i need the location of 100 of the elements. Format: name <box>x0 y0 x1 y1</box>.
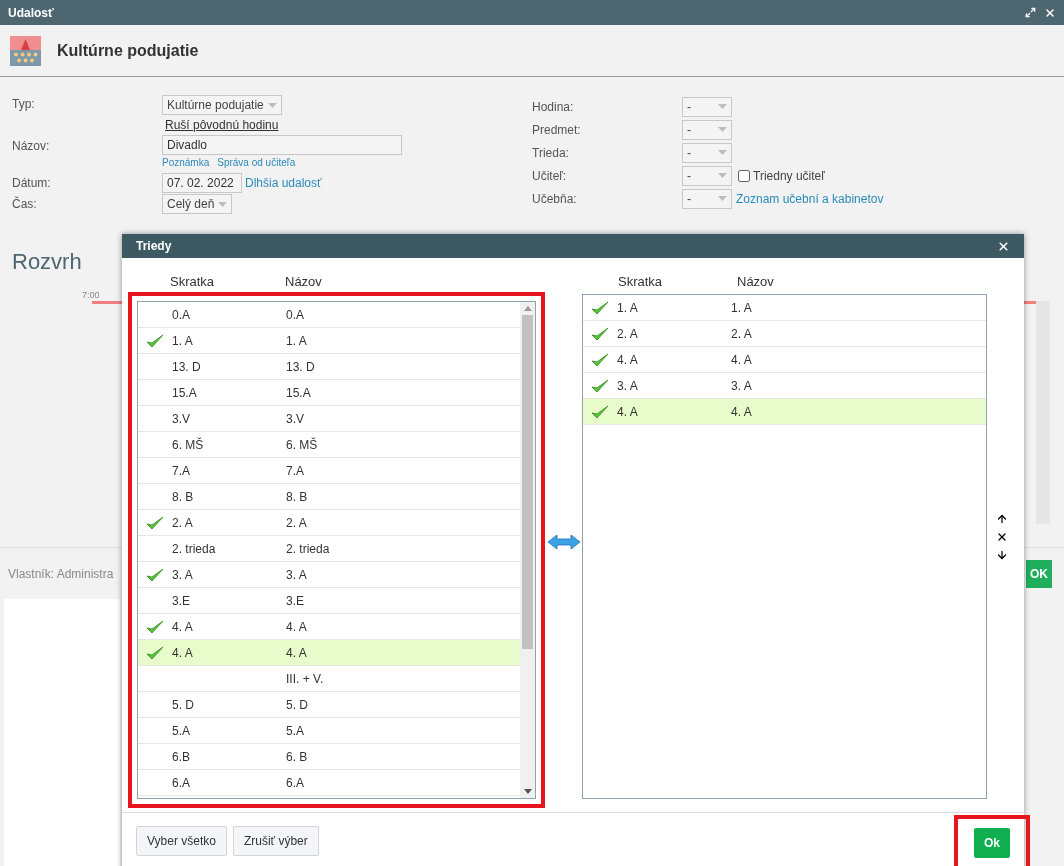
class-code: 8. B <box>172 488 195 506</box>
class-name: 3. A <box>731 377 752 395</box>
list-row[interactable]: 3.V 3.V <box>138 406 520 432</box>
class-code: 2. A <box>617 325 639 343</box>
move-down-icon[interactable] <box>996 549 1008 561</box>
list-row[interactable]: 6. MŠ 6. MŠ <box>138 432 520 458</box>
class-name: 7.A <box>286 462 304 480</box>
list-row[interactable]: 7.A 7.A <box>138 458 520 484</box>
class-name: 5.A <box>286 722 304 740</box>
list-row[interactable]: 15.A 15.A <box>138 380 520 406</box>
longer-event-link[interactable]: Dlhšia udalosť <box>245 174 322 192</box>
list-row[interactable]: 3.E 3.E <box>138 588 520 614</box>
theater-stage-icon <box>10 35 41 66</box>
list-row[interactable]: 6.B 6. B <box>138 744 520 770</box>
class-name: 5. D <box>286 696 308 714</box>
swap-arrows-icon[interactable] <box>547 535 580 549</box>
checkmark-icon <box>146 567 164 582</box>
field-label: Typ: <box>12 96 36 113</box>
list-row[interactable]: 2. A 2. A <box>583 321 986 347</box>
close-icon[interactable] <box>997 239 1010 253</box>
column-header: Skratka <box>618 273 664 290</box>
list-row[interactable]: 4. A 4. A <box>583 399 986 425</box>
list-row[interactable]: 1. A 1. A <box>583 295 986 321</box>
list-row[interactable]: 4. A 4. A <box>138 640 520 666</box>
list-row[interactable]: 8. B 8. B <box>138 484 520 510</box>
class-name: 6. MŠ <box>286 436 318 454</box>
checkmark-icon <box>591 326 609 341</box>
dropdown[interactable]: - <box>682 96 732 117</box>
class-code: 4. A <box>172 618 194 636</box>
dropdown-caret-icon <box>718 104 727 109</box>
field-label: Trieda: <box>532 144 570 162</box>
class-code: 3.V <box>172 410 191 428</box>
dropdown[interactable]: - <box>682 188 732 209</box>
dropdown-caret-icon <box>218 201 228 207</box>
dropdown-caret-icon <box>268 102 277 108</box>
list-row[interactable]: 6.A 6.A <box>138 770 520 796</box>
dialog-button[interactable]: Zrušiť výber <box>232 825 319 856</box>
class-code: 13. D <box>172 358 202 376</box>
column-header: Názov <box>737 273 774 290</box>
class-code: 3. A <box>172 566 194 584</box>
class-name: 4. A <box>731 351 752 369</box>
list-row[interactable]: 4. A 4. A <box>583 347 986 373</box>
owner-text: Vlastník: Administra <box>8 565 114 583</box>
list-row[interactable]: 3. A 3. A <box>138 562 520 588</box>
dialog-title: Triedy <box>136 238 172 255</box>
dropdown[interactable]: - <box>682 142 732 163</box>
class-name: 1. A <box>731 299 752 317</box>
list-row[interactable]: 1. A 1. A <box>138 328 520 354</box>
scroll-down-icon[interactable] <box>523 789 532 794</box>
checkmark-icon <box>591 404 609 419</box>
class-name: 6. B <box>286 748 308 766</box>
class-name: 3.V <box>286 410 304 428</box>
class-code: 1. A <box>172 332 194 350</box>
list-row[interactable]: 5. D 5. D <box>138 692 520 718</box>
checkmark-icon <box>146 333 164 348</box>
class-code: 7.A <box>172 462 191 480</box>
scrollbar[interactable] <box>1036 301 1050 524</box>
class-code: 6.A <box>172 774 191 792</box>
text-link[interactable]: Poznámka <box>162 155 210 170</box>
date-input[interactable]: 07. 02. 2022 <box>162 173 242 193</box>
class-code: 1. A <box>617 299 639 317</box>
list-row[interactable]: 5.A 5.A <box>138 718 520 744</box>
class-name: 0.A <box>286 306 304 324</box>
checkmark-icon <box>591 378 609 393</box>
schedule-heading: Rozvrh <box>12 249 82 274</box>
field-label: Hodina: <box>532 98 575 116</box>
homeroom-teacher-checkbox[interactable]: Triedny učiteľ <box>738 166 825 185</box>
dropdown-caret-icon <box>718 196 727 201</box>
text-link[interactable]: Správa od učiteľa <box>217 155 296 170</box>
field-label: Učebňa: <box>532 190 578 208</box>
field-label: Čas: <box>12 195 38 213</box>
close-icon[interactable] <box>1044 6 1056 19</box>
cancel-lesson-link[interactable]: Ruší pôvodnú hodinu <box>165 116 282 134</box>
dropdown-caret-icon <box>718 127 727 132</box>
name-input[interactable]: Divadlo <box>162 135 402 155</box>
dropdown[interactable]: Celý deň <box>162 194 232 214</box>
dropdown[interactable]: - <box>682 165 732 186</box>
list-row[interactable]: III. + V. <box>138 666 520 692</box>
class-code: 15.A <box>172 384 198 402</box>
list-row[interactable]: 2. trieda 2. trieda <box>138 536 520 562</box>
move-up-icon[interactable] <box>996 513 1008 525</box>
class-name: III. + V. <box>286 670 324 688</box>
list-row[interactable]: 2. A 2. A <box>138 510 520 536</box>
class-code: 3.E <box>172 592 191 610</box>
class-name: 3. A <box>286 566 307 584</box>
dropdown[interactable]: Kultúrne podujatie <box>162 95 282 115</box>
dropdown[interactable]: - <box>682 119 732 140</box>
maximize-icon[interactable] <box>1025 6 1036 18</box>
class-name: 4. A <box>286 618 307 636</box>
scrollbar[interactable] <box>520 302 535 798</box>
class-name: 8. B <box>286 488 308 506</box>
class-code: 2. A <box>172 514 194 532</box>
list-row[interactable]: 0.A 0.A <box>138 302 520 328</box>
room-list-link[interactable]: Zoznam učební a kabinetov <box>736 189 884 208</box>
dialog-button[interactable]: Vyber všetko <box>136 825 227 856</box>
remove-icon[interactable] <box>996 531 1008 543</box>
event-title: Kultúrne podujatie <box>57 40 199 61</box>
checkmark-icon <box>146 515 164 530</box>
class-name: 4. A <box>731 403 752 421</box>
list-row[interactable]: 13. D 13. D <box>138 354 520 380</box>
